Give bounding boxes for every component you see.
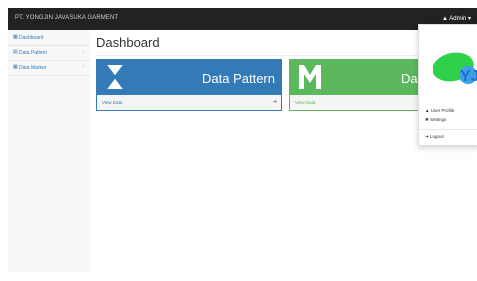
hourglass-icon — [105, 64, 125, 90]
company-logo: YJ — [433, 52, 477, 85]
logout-icon: ➜ — [425, 134, 429, 139]
gear-icon: ✱ — [425, 117, 429, 122]
dashboard-icon: ▦ — [13, 34, 18, 40]
menu-item-label: Logout — [430, 134, 444, 139]
table-icon: ▤ — [13, 49, 18, 55]
user-menu-toggle[interactable]: ▲ Admin ▾ — [442, 15, 471, 22]
m-logo-icon — [299, 65, 321, 89]
sidebar-item-label: Data Pattern — [19, 49, 48, 56]
menu-item-label: Settings — [430, 117, 447, 122]
view-details-link[interactable]: View Data ➜ — [97, 95, 281, 110]
view-details-label: View Data — [102, 100, 123, 105]
sidebar-item-dashboard[interactable]: ▦ Dashboard — [8, 30, 90, 46]
panel-title: Data Pattern — [202, 71, 275, 86]
sidebar-item-data-pattern[interactable]: ▤ Data Pattern ‹ — [8, 45, 90, 61]
user-icon: ▲ — [425, 108, 430, 113]
brand-link[interactable]: PT. YONGJIN JAVASUKA GARMENT — [15, 15, 118, 21]
menu-item-label: User Profile — [430, 108, 455, 113]
panel-heading: Data Pattern — [97, 60, 281, 95]
grid-icon: ▦ — [13, 64, 18, 70]
arrow-circle-right-icon: ➜ — [272, 99, 277, 105]
menu-divider — [419, 129, 477, 130]
top-navbar: PT. YONGJIN JAVASUKA GARMENT ▲ Admin ▾ — [8, 8, 477, 30]
sidebar-item-label: Data Marker — [19, 64, 47, 71]
sidebar-item-data-marker[interactable]: ▦ Data Marker ‹ — [8, 60, 90, 76]
sidebar: ▦ Dashboard ▤ Data Pattern ‹ ▦ Data Mark… — [8, 30, 91, 272]
user-profile-menu-item[interactable]: ▲ User Profile — [425, 108, 454, 113]
sidebar-item-label: Dashboard — [19, 34, 44, 41]
chevron-left-icon: ‹ — [82, 64, 84, 70]
chevron-left-icon: ‹ — [82, 49, 84, 55]
settings-menu-item[interactable]: ✱ Settings — [425, 117, 446, 123]
logout-menu-item[interactable]: ➜ Logout — [425, 134, 444, 140]
panel-title: Da — [401, 71, 418, 86]
data-pattern-panel: Data Pattern View Data ➜ — [96, 59, 282, 111]
logo-text: YJ — [460, 68, 477, 85]
title-divider — [96, 55, 471, 56]
view-details-label: View Data — [295, 100, 316, 105]
user-dropdown-menu: YJ ▲ User Profile ✱ Settings ➜ Logout — [418, 24, 477, 146]
page-title: Dashboard — [96, 35, 160, 50]
